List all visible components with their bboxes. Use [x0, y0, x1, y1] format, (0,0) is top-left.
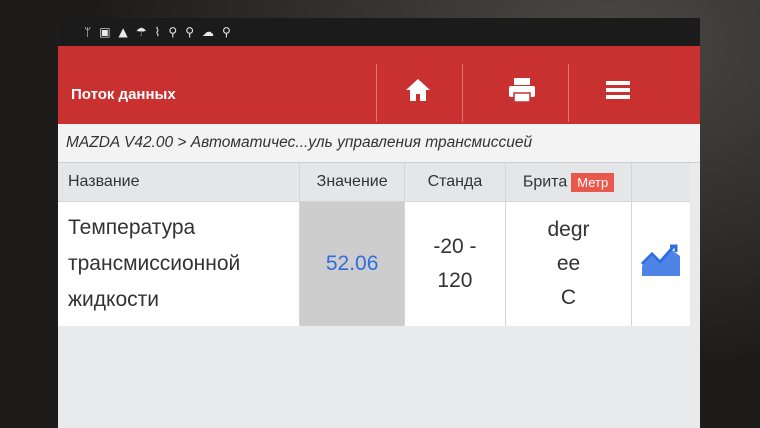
app-bar: Поток данных [58, 46, 700, 124]
table-row[interactable]: Температура трансмиссионной жидкости 52.… [58, 201, 690, 327]
umbrella-icon: ☂ [135, 25, 147, 39]
row-unit-line: ee [556, 252, 581, 275]
status-bar: ᛘ ▣ ▲ ☂ ⌇ ⚲ ⚲ ☁ ⚲ [58, 18, 700, 46]
print-button[interactable] [498, 68, 546, 112]
divider [568, 64, 569, 122]
home-icon [406, 79, 430, 101]
home-button[interactable] [394, 68, 442, 112]
data-stream-table: Название Значение Станда Брита Метр Темпе… [58, 163, 690, 327]
divider [462, 64, 463, 122]
menu-icon [606, 81, 630, 99]
row-unit-line: degr [547, 218, 590, 241]
column-header-name: Название [58, 163, 301, 202]
row-unit-line: C [560, 286, 577, 309]
row-name-cell: Температура трансмиссионной жидкости [58, 201, 301, 327]
page-title: Поток данных [71, 86, 176, 103]
graph-icon[interactable] [640, 244, 682, 278]
row-graph-cell[interactable] [631, 201, 690, 327]
column-header-graph [631, 163, 690, 202]
column-header-value: Значение [299, 163, 405, 202]
column-header-unit-label: Брита [522, 173, 568, 191]
row-standard-cell: -20 - 120 [404, 201, 506, 327]
row-unit-cell: degr ee C [505, 201, 633, 327]
vci-icon: ⚲ [168, 25, 178, 39]
column-header-standard: Станда [404, 163, 506, 202]
print-icon [509, 78, 535, 103]
wifi-icon: ⌇ [154, 25, 161, 39]
breadcrumb: MAZDA V42.00 > Автоматичес...уль управле… [58, 124, 700, 163]
device-screen: ᛘ ▣ ▲ ☂ ⌇ ⚲ ⚲ ☁ ⚲ Поток данных MAZDA V42… [58, 18, 700, 428]
warning-icon: ▲ [118, 25, 128, 39]
row-name-line: Температура [68, 216, 196, 239]
row-name-line: трансмиссионной [68, 252, 241, 275]
image-icon: ▣ [99, 25, 111, 39]
table-header-row: Название Значение Станда Брита Метр [58, 163, 690, 202]
cloud-icon: ☁ [202, 25, 214, 39]
row-standard-line: -20 - [433, 235, 477, 258]
search-icon: ⚲ [222, 25, 231, 39]
column-header-unit[interactable]: Брита Метр [505, 163, 633, 202]
empty-list-area [58, 326, 700, 428]
row-standard-line: 120 [437, 269, 473, 292]
menu-button[interactable] [594, 68, 642, 112]
vci-icon: ⚲ [185, 25, 194, 39]
row-name-line: жидкости [68, 288, 159, 311]
usb-icon: ᛘ [84, 25, 92, 39]
row-value-cell: 52.06 [299, 201, 405, 327]
unit-toggle-badge[interactable]: Метр [571, 172, 615, 192]
divider [376, 64, 377, 122]
